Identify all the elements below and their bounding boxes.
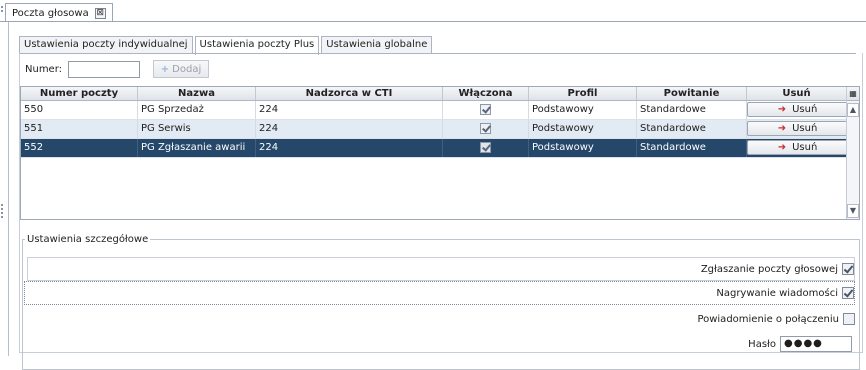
header-powitanie[interactable]: Powitanie — [637, 87, 747, 100]
tab-poczta-glosowa[interactable]: Poczta głosowa ⊠ — [5, 3, 113, 22]
content-frame: Ustawienia poczty indywidualnej Ustawien… — [8, 22, 866, 370]
details-group: Ustawienia szczegółowe Zgłaszanie poczty… — [22, 234, 860, 370]
delete-button[interactable]: ➜ Usuń — [747, 102, 846, 117]
delete-label: Usuń — [792, 123, 818, 134]
nagrywanie-checkbox[interactable] — [842, 287, 854, 299]
powiadomienie-row: Powiadomienie o połączeniu — [697, 307, 855, 331]
cell-powitanie: Standardowe — [637, 120, 747, 138]
cell-usun: ➜ Usuń — [747, 101, 847, 119]
cell-nazwa: PG Zgłaszanie awarii — [138, 139, 256, 157]
delete-icon: ➜ — [777, 104, 787, 115]
haslo-label: Hasło — [748, 338, 776, 350]
cell-nadzorca: 224 — [256, 120, 443, 138]
cell-numer: 552 — [21, 139, 138, 157]
enabled-checkbox[interactable] — [480, 103, 491, 115]
drag-grip-icon[interactable] — [1, 6, 4, 14]
scroll-up-icon[interactable]: ▲ — [847, 103, 859, 117]
tab-ustawienia-indywidualne[interactable]: Ustawienia poczty indywidualnej — [19, 36, 193, 54]
delete-icon: ➜ — [777, 123, 787, 134]
cell-profil: Podstawowy — [529, 101, 637, 119]
scroll-down-icon[interactable]: ▼ — [847, 204, 859, 218]
subtab-strip: Ustawienia poczty indywidualnej Ustawien… — [19, 36, 434, 55]
table-row[interactable]: 551 PG Serwis 224 Podstawowy Standardowe… — [21, 120, 847, 139]
header-nazwa[interactable]: Nazwa — [138, 87, 256, 100]
cell-numer: 551 — [21, 120, 138, 138]
cell-nazwa: PG Serwis — [138, 120, 256, 138]
nagrywanie-label: Nagrywanie wiadomości — [716, 287, 838, 299]
powiadomienie-label: Powiadomienie o połączeniu — [697, 313, 839, 325]
cell-nazwa: PG Sprzedaż — [138, 101, 256, 119]
add-button[interactable]: + Dodaj — [153, 60, 209, 78]
table-scrollbar[interactable]: ▦ ▲ ▼ — [846, 87, 859, 219]
cell-wlaczona — [443, 139, 529, 157]
haslo-row: Hasło ●●●● — [748, 332, 855, 356]
cell-nadzorca: 224 — [256, 139, 443, 157]
cell-wlaczona — [443, 101, 529, 119]
zglaszanie-row: Zgłaszanie poczty głosowej — [27, 257, 855, 281]
splitter-grip-icon[interactable] — [1, 204, 4, 220]
delete-label: Usuń — [792, 142, 818, 153]
numer-toolbar: Numer: + Dodaj — [25, 60, 209, 78]
table-row-selected[interactable]: 552 PG Zgłaszanie awarii 224 Podstawowy … — [21, 139, 847, 158]
tab-ustawienia-globalne[interactable]: Ustawienia globalne — [321, 36, 433, 54]
column-chooser-icon[interactable]: ▦ — [847, 87, 859, 101]
delete-button[interactable]: ➜ Usuń — [747, 121, 846, 136]
add-button-label: Dodaj — [172, 63, 202, 75]
enabled-checkbox[interactable] — [480, 122, 491, 134]
header-wlaczona[interactable]: Włączona — [443, 87, 529, 100]
enabled-checkbox[interactable] — [480, 141, 491, 153]
close-icon[interactable]: ⊠ — [94, 7, 106, 19]
nagrywanie-row: Nagrywanie wiadomości — [24, 281, 855, 305]
table-header: Numer poczty Nazwa Nadzorca w CTI Włączo… — [21, 87, 847, 101]
details-legend: Ustawienia szczegółowe — [27, 234, 149, 245]
cell-powitanie: Standardowe — [637, 139, 747, 157]
mailbox-table: Numer poczty Nazwa Nadzorca w CTI Włączo… — [20, 86, 860, 220]
delete-icon: ➜ — [777, 142, 787, 153]
cell-usun: ➜ Usuń — [747, 139, 847, 157]
cell-wlaczona — [443, 120, 529, 138]
cell-usun: ➜ Usuń — [747, 120, 847, 138]
zglaszanie-label: Zgłaszanie poczty głosowej — [700, 263, 838, 275]
header-numer-poczty[interactable]: Numer poczty — [21, 87, 138, 100]
numer-label: Numer: — [25, 63, 63, 75]
delete-label: Usuń — [792, 104, 818, 115]
plus-icon: + — [160, 63, 170, 75]
powiadomienie-checkbox[interactable] — [843, 313, 855, 325]
header-nadzorca[interactable]: Nadzorca w CTI — [256, 87, 443, 100]
header-usun[interactable]: Usuń — [747, 87, 847, 100]
delete-button[interactable]: ➜ Usuń — [747, 140, 846, 155]
cell-numer: 550 — [21, 101, 138, 119]
zglaszanie-checkbox[interactable] — [842, 263, 854, 275]
cell-profil: Podstawowy — [529, 139, 637, 157]
cell-nadzorca: 224 — [256, 101, 443, 119]
password-field[interactable]: ●●●● — [780, 336, 852, 352]
cell-powitanie: Standardowe — [637, 101, 747, 119]
numer-input[interactable] — [68, 60, 140, 78]
header-profil[interactable]: Profil — [529, 87, 637, 100]
tab-title: Poczta głosowa — [12, 7, 89, 19]
window-tab-bar: Poczta głosowa ⊠ — [0, 0, 866, 22]
cell-profil: Podstawowy — [529, 120, 637, 138]
table-row[interactable]: 550 PG Sprzedaż 224 Podstawowy Standardo… — [21, 101, 847, 120]
